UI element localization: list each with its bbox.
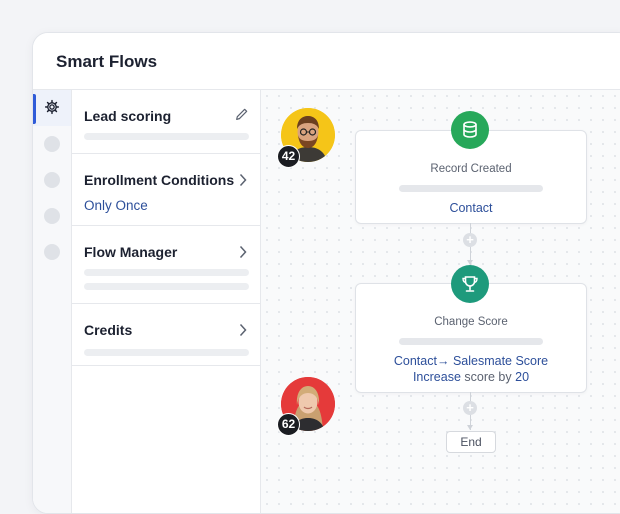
score-badge: 62 [277,413,300,436]
enrollment-value: Only Once [84,198,148,213]
trigger-link[interactable]: Contact [356,201,586,215]
section-title: Credits [84,322,133,338]
rail-item-5[interactable] [44,244,60,260]
rail-item-4[interactable] [44,208,60,224]
trophy-icon [451,265,489,303]
placeholder-bar [399,185,543,192]
settings-panel: Lead scoring Enrollment Conditions Only … [72,90,261,513]
field-link[interactable]: Salesmate Score [453,354,548,368]
end-node[interactable]: End [446,431,496,453]
action-label: Change Score [434,316,508,328]
placeholder-bar [84,133,249,140]
gear-icon [44,99,60,115]
add-step-button[interactable]: + [463,401,477,415]
page-title: Smart Flows [56,52,158,71]
section-flow-manager[interactable]: Flow Manager [72,226,260,304]
section-enrollment-conditions[interactable]: Enrollment Conditions Only Once [72,154,260,226]
smart-flows-window: Smart Flows Lead scoring Enrollment Cond… [32,32,620,514]
icon-rail [33,90,72,513]
rail-item-2[interactable] [44,136,60,152]
placeholder-bar [84,349,249,356]
operation-text: score by [464,370,512,384]
section-lead-scoring[interactable]: Lead scoring [72,90,260,154]
score-badge: 42 [277,145,300,168]
chevron-right-icon [239,173,247,187]
score-value[interactable]: 20 [515,370,529,384]
operation-link[interactable]: Increase [413,370,461,384]
action-detail-line-1: Contact→ Salesmate Score [356,354,586,368]
add-step-button[interactable]: + [463,233,477,247]
section-title: Lead scoring [84,108,172,124]
chevron-right-icon [239,245,247,259]
contact-link[interactable]: Contact [394,354,437,368]
placeholder-bar [399,338,543,345]
pencil-icon[interactable] [234,106,250,122]
action-detail-line-2: Increase score by 20 [356,370,586,384]
rail-item-settings[interactable] [33,90,71,126]
chevron-right-icon [239,323,247,337]
trigger-label: Record Created [430,163,512,175]
rail-item-3[interactable] [44,172,60,188]
section-title: Flow Manager [84,244,178,260]
placeholder-bar [84,269,249,276]
arrow-right-icon: → [436,354,450,368]
placeholder-bar [84,283,249,290]
section-credits[interactable]: Credits [72,304,260,366]
header: Smart Flows [33,33,620,90]
database-icon [451,111,489,149]
arrow-down-icon [467,425,473,430]
section-title: Enrollment Conditions [84,172,235,188]
